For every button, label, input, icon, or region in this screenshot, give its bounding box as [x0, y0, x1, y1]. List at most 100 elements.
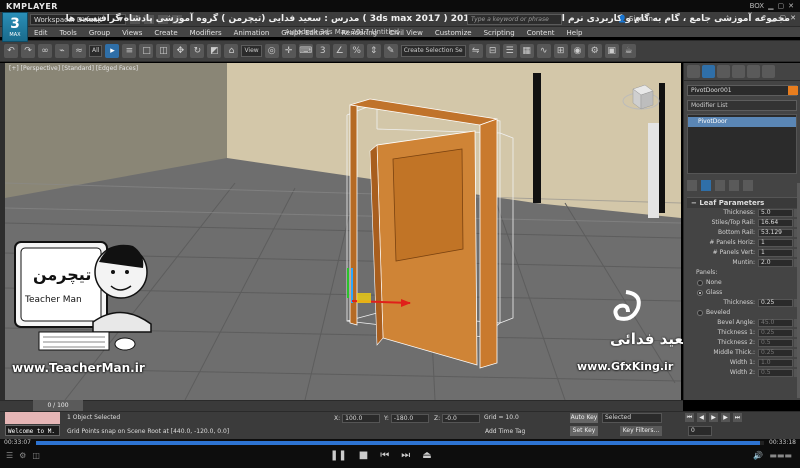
selection-filter-select[interactable]: All	[89, 45, 103, 57]
stiles-top-rail-input[interactable]: 16.64	[758, 219, 793, 227]
redo-icon[interactable]: ↷	[21, 44, 35, 58]
utilities-tab-icon[interactable]	[762, 65, 775, 78]
modify-tab-icon[interactable]	[702, 65, 715, 78]
close-icon[interactable]: ✕	[788, 2, 794, 10]
render-setup-icon[interactable]: ⚙	[587, 44, 602, 58]
select-move-icon[interactable]: ✥	[173, 44, 188, 58]
leaf-parameters-rollout[interactable]: − Leaf Parameters	[687, 197, 797, 208]
muntin-input[interactable]: 2.0	[758, 259, 793, 267]
key-filters-button[interactable]: Key Filters...	[620, 426, 662, 436]
thickness-1-input[interactable]: 0.25	[758, 329, 793, 337]
panels-horiz-input[interactable]: 1	[758, 239, 793, 247]
reference-coordinate-select[interactable]: View	[241, 45, 262, 57]
pin-stack-icon[interactable]	[687, 179, 697, 191]
menu-rendering[interactable]: Rendering	[335, 28, 383, 39]
player-next-icon[interactable]: ⏭	[401, 450, 410, 461]
menu-tools[interactable]: Tools	[54, 28, 83, 39]
stack-item-pivotdoor[interactable]: PivotDoor	[688, 117, 796, 127]
bind-spacewarp-icon[interactable]: ≈	[72, 44, 86, 58]
timeline[interactable]	[0, 400, 683, 411]
maxscript-listener[interactable]	[5, 412, 60, 424]
width-1-input[interactable]: 1.0	[758, 359, 793, 367]
minimize-icon[interactable]: ▁	[768, 2, 773, 10]
select-by-name-icon[interactable]: ≡	[122, 44, 137, 58]
player-menu-icon[interactable]: ☰	[6, 451, 13, 460]
go-to-end-icon[interactable]: ⏭	[733, 413, 742, 422]
percent-snap-icon[interactable]: %	[349, 44, 364, 58]
mirror-icon[interactable]: ⇋	[468, 44, 483, 58]
player-stop-icon[interactable]: ■	[359, 450, 368, 461]
remove-modifier-icon[interactable]	[729, 179, 739, 191]
set-key-button[interactable]: Set Key	[570, 426, 598, 436]
edit-named-sets-icon[interactable]: ✎	[383, 44, 398, 58]
max-close-icon[interactable]: ✕	[790, 14, 796, 22]
thickness-input[interactable]: 5.0	[758, 209, 793, 217]
player-progress-bar[interactable]	[36, 441, 764, 445]
menu-views[interactable]: Views	[116, 28, 148, 39]
z-coordinate-input[interactable]: -0.0	[442, 414, 481, 423]
bevel-angle-input[interactable]: 45.0	[758, 319, 793, 327]
viewport-label[interactable]: [+] [Perspective] [Standard] [Edged Face…	[9, 65, 138, 72]
current-frame-input[interactable]: 0	[688, 426, 712, 436]
render-production-icon[interactable]: ☕	[621, 44, 636, 58]
sign-in-button[interactable]: 👤 Sign In	[618, 14, 653, 25]
modifier-list-dropdown[interactable]: Modifier List	[687, 100, 797, 111]
play-icon[interactable]: ▶	[709, 413, 718, 422]
radio-glass-dot[interactable]	[697, 290, 703, 296]
player-prev-icon[interactable]: ⏮	[380, 450, 389, 461]
menu-help[interactable]: Help	[561, 28, 589, 39]
radio-none[interactable]: None	[684, 278, 800, 288]
menu-modifiers[interactable]: Modifiers	[184, 28, 228, 39]
next-frame-icon[interactable]: ▶	[721, 413, 730, 422]
keyboard-shortcut-icon[interactable]: ⌨	[298, 44, 313, 58]
select-object-icon[interactable]: ▸	[105, 44, 120, 58]
pivot-center-icon[interactable]: ◎	[264, 44, 279, 58]
maximize-icon[interactable]: ▢	[778, 2, 785, 10]
maxscript-mini-listener[interactable]: Welcome to M.	[5, 425, 60, 436]
player-3d-icon[interactable]: ◫	[32, 451, 40, 460]
create-tab-icon[interactable]	[687, 65, 700, 78]
glass-thickness-input[interactable]: 0.25	[758, 299, 793, 307]
y-coordinate-input[interactable]: -180.0	[390, 414, 429, 423]
add-time-tag[interactable]: Add Time Tag	[485, 428, 525, 435]
link-icon[interactable]: ∞	[38, 44, 52, 58]
menu-scripting[interactable]: Scripting	[478, 28, 521, 39]
select-scale-icon[interactable]: ◩	[207, 44, 222, 58]
placement-icon[interactable]: ⌂	[224, 44, 239, 58]
curve-editor-icon[interactable]: ∿	[536, 44, 551, 58]
max-restore-icon[interactable]: ▢	[780, 14, 787, 22]
layer-explorer-icon[interactable]: ☰	[502, 44, 517, 58]
panels-vert-input[interactable]: 1	[758, 249, 793, 257]
menu-customize[interactable]: Customize	[429, 28, 478, 39]
radio-glass[interactable]: Glass	[684, 288, 800, 298]
player-pause-icon[interactable]: ❚❚	[330, 450, 347, 461]
x-coordinate-input[interactable]: 100.0	[342, 414, 381, 423]
spinner-snap-icon[interactable]: ⇕	[366, 44, 381, 58]
key-set-dropdown[interactable]: Selected	[602, 413, 662, 423]
radio-beveled[interactable]: Beveled	[684, 308, 800, 318]
time-slider[interactable]: 0 / 100	[33, 400, 83, 411]
max-minimize-icon[interactable]: ▁	[770, 14, 775, 22]
rectangular-region-icon[interactable]: □	[139, 44, 154, 58]
width-2-input[interactable]: 0.5	[758, 369, 793, 377]
player-volume-slider[interactable]: ▬▬▬	[769, 451, 792, 460]
snaps-toggle-icon[interactable]: 3	[315, 44, 330, 58]
menu-graph-editors[interactable]: Graph Editors	[275, 28, 335, 39]
motion-tab-icon[interactable]	[732, 65, 745, 78]
max-app-button[interactable]: 3 MAX	[2, 12, 28, 42]
menu-animation[interactable]: Animation	[228, 28, 276, 39]
unlink-icon[interactable]: ⌁	[55, 44, 69, 58]
help-icon[interactable]: ?	[762, 14, 766, 22]
configure-sets-icon[interactable]	[743, 179, 753, 191]
scene-explorer-icon[interactable]: ▦	[519, 44, 534, 58]
window-crossing-icon[interactable]: ◫	[156, 44, 171, 58]
menu-group[interactable]: Group	[83, 28, 116, 39]
schematic-view-icon[interactable]: ⊞	[553, 44, 568, 58]
menu-create[interactable]: Create	[148, 28, 183, 39]
go-to-start-icon[interactable]: ⏮	[685, 413, 694, 422]
rendered-frame-icon[interactable]: ▣	[604, 44, 619, 58]
player-eject-icon[interactable]: ⏏	[422, 450, 431, 461]
undo-icon[interactable]: ↶	[4, 44, 18, 58]
bottom-rail-input[interactable]: 53.129	[758, 229, 793, 237]
previous-frame-icon[interactable]: ◀	[697, 413, 706, 422]
